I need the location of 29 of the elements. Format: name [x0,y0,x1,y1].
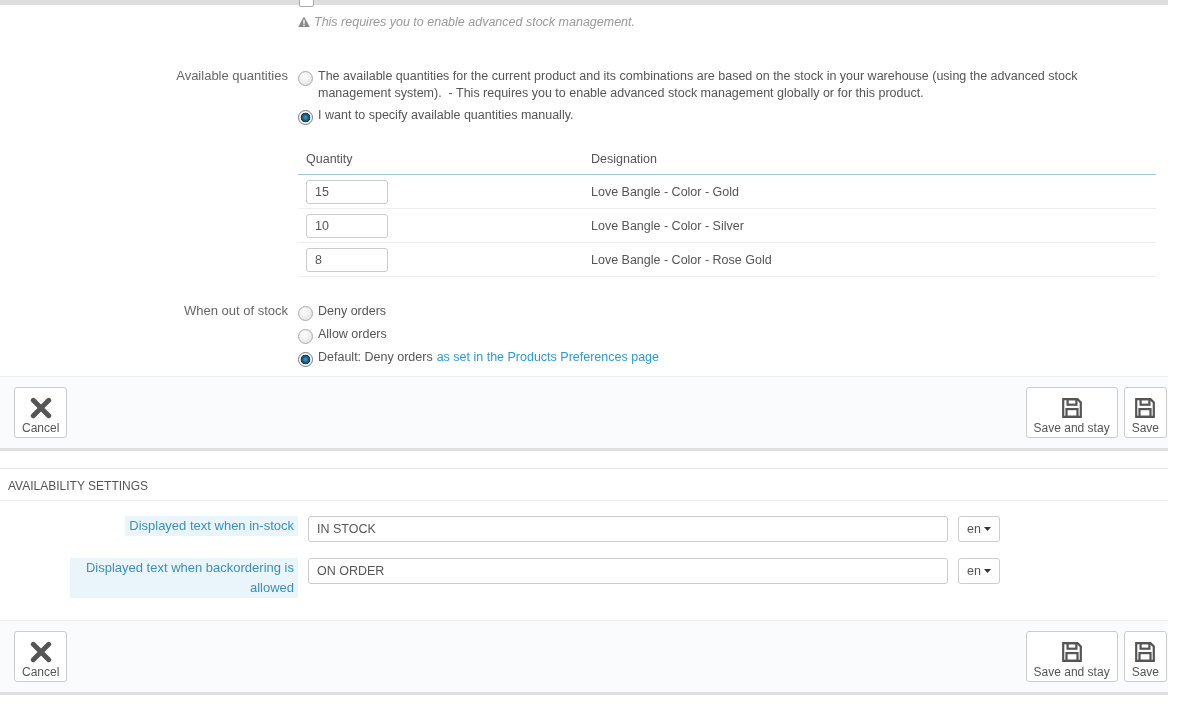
section-title: AVAILABILITY SETTINGS [8,479,149,493]
designation-text: Love Bangle - Color - Rose Gold [591,252,772,267]
text-field[interactable]: ON ORDER [308,558,948,584]
language-dropdown[interactable]: en [958,516,1000,542]
option-label: Deny orders [318,303,387,320]
column-header: Designation [591,152,657,166]
designation-text: Love Bangle - Color - Gold [591,184,739,199]
field-label: Displayed text when in-stock [125,516,298,536]
cancel-button[interactable]: Cancel [14,631,68,682]
option-label: Default: Deny orders [318,349,433,366]
quantity-field[interactable]: 8 [306,247,388,272]
option-label: The available quantities for the current product and its combinations are based on the stock in your warehouse (using the advanced stock management system). - This requires you to enable advanced stock management globally or for this product. [318,68,1079,102]
field-label: When out of stock [183,303,288,318]
quantity-field[interactable]: 15 [306,179,388,204]
designation-text: Love Bangle - Color - Silver [591,218,744,233]
save-button[interactable]: Save and stay [1025,631,1118,682]
save-button[interactable]: Save [1123,631,1167,682]
save-button[interactable]: Save and stay [1025,387,1118,438]
quantity-field[interactable]: 10 [306,213,388,238]
save-button[interactable]: Save [1123,387,1167,438]
warning-text: This requires you to enable advanced stock management. [314,15,636,29]
option-label: I want to specify available quantities manually. [318,107,574,124]
text-field[interactable]: IN STOCK [308,516,948,542]
field-label: Available quantities [176,68,288,83]
column-header: Quantity [306,152,353,166]
option-label: Allow orders [318,326,387,343]
cancel-button[interactable]: Cancel [14,387,68,438]
field-label: Displayed text when backordering is allowed [70,558,298,598]
language-dropdown[interactable]: en [958,558,1000,584]
